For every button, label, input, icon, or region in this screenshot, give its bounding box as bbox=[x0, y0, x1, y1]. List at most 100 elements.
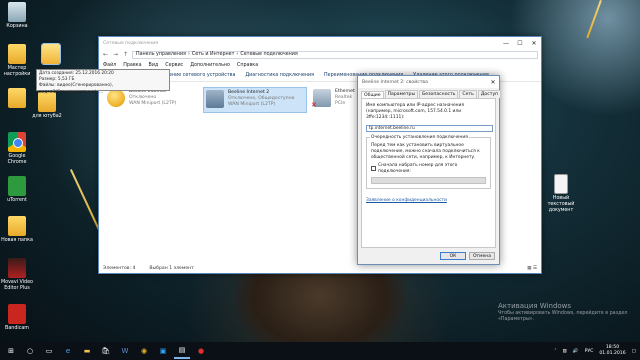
window-controls: — ☐ ✕ bbox=[499, 40, 541, 47]
desktop-icon-label: uTorrent bbox=[7, 198, 27, 203]
desktop-icon-label: Корзина bbox=[6, 24, 28, 29]
desktop-icon-new-folder[interactable]: Новая папка bbox=[0, 216, 34, 244]
taskbar: ⊞ ○ ▭ e ▬ 🛍 W ◉ ▣ ▤ ● ˄ ▥ 🔊 РУС 18:50 01… bbox=[0, 342, 640, 360]
minimize-button[interactable]: — bbox=[499, 40, 513, 47]
connection-device: WAN Miniport (L2TP) bbox=[228, 101, 276, 107]
menu-tools[interactable]: Сервис bbox=[165, 63, 183, 68]
window-title: Сетевые подключения bbox=[103, 40, 159, 46]
tab-options[interactable]: Параметры bbox=[384, 90, 419, 98]
recycle-bin-icon bbox=[8, 2, 26, 22]
bandicam-icon bbox=[8, 304, 26, 324]
desktop-icon-text-doc[interactable]: Новый текстовый документ bbox=[546, 174, 576, 214]
up-arrow-icon[interactable]: ↑ bbox=[122, 51, 129, 58]
host-label: Имя компьютера или IP-адрес назначения (… bbox=[366, 103, 465, 120]
watermark-title: Активация Windows bbox=[498, 302, 572, 310]
breadcrumb-network[interactable]: Сеть и Интернет bbox=[192, 52, 235, 57]
group-title: Очередность установления подключения bbox=[370, 134, 469, 141]
breadcrumb-separator: › bbox=[236, 52, 239, 57]
host-input[interactable]: tp.internet.beeline.ru bbox=[366, 124, 493, 132]
desktop-icon-recycle-bin[interactable]: Корзина bbox=[0, 2, 34, 30]
desktop-icon-label: Google Chrome bbox=[7, 154, 27, 165]
tab-sharing[interactable]: Доступ bbox=[477, 90, 502, 98]
search-icon[interactable]: ○ bbox=[22, 343, 38, 359]
connection-item-beeline-2[interactable]: Beeline Internet 2 Отключено, Общедоступ… bbox=[203, 87, 307, 113]
desktop-icon-master[interactable]: Мастер настройки bbox=[0, 44, 34, 78]
view-toggle-icons[interactable]: ▦ ☰ bbox=[527, 266, 537, 271]
window-titlebar[interactable]: Сетевые подключения — ☐ ✕ bbox=[99, 37, 541, 49]
folder-tooltip: Дата создания: 25.12.2016 20:20 Размер: … bbox=[36, 69, 170, 95]
desktop-icon-folder-selected[interactable] bbox=[34, 43, 68, 66]
cmd-diagnose[interactable]: Диагностика подключения bbox=[245, 73, 314, 78]
store-icon[interactable]: 🛍 bbox=[98, 343, 114, 359]
ethernet-icon bbox=[311, 89, 331, 110]
tab-security[interactable]: Безопасность bbox=[419, 90, 459, 98]
breadcrumb-connections[interactable]: Сетевые подключения bbox=[240, 52, 297, 57]
menu-view[interactable]: Вид bbox=[149, 63, 159, 68]
desktop-icon-chrome[interactable]: Google Chrome bbox=[0, 132, 34, 166]
folder-icon bbox=[8, 44, 26, 64]
folder-icon bbox=[8, 216, 26, 236]
dial-first-checkbox[interactable] bbox=[371, 166, 376, 172]
breadcrumb-control-panel[interactable]: Панель управления bbox=[136, 52, 186, 57]
notifications-icon[interactable]: ▢ bbox=[632, 349, 636, 354]
connection-device: WAN Miniport (L2TP) bbox=[129, 100, 177, 106]
desktop-icon-label: Мастер настройки bbox=[3, 66, 31, 77]
record-icon[interactable]: ● bbox=[193, 343, 209, 359]
clock[interactable]: 18:50 01.01.2016 bbox=[599, 345, 625, 357]
forward-arrow-icon[interactable]: → bbox=[112, 51, 119, 58]
dialog-titlebar[interactable]: Beeline Internet 2: свойства ✕ bbox=[358, 76, 499, 88]
desktop-icon-folder[interactable] bbox=[0, 88, 34, 110]
chevron-up-icon[interactable]: ˄ bbox=[554, 349, 556, 354]
status-selected: Выбран 1 элемент bbox=[149, 265, 194, 271]
close-button[interactable]: ✕ bbox=[527, 40, 541, 47]
connection-item-ethernet[interactable]: Ethernet Realtek PCIe bbox=[311, 87, 361, 113]
network-tray-icon[interactable]: ▥ bbox=[562, 349, 566, 354]
language-indicator[interactable]: РУС bbox=[585, 349, 594, 354]
dial-connection-select[interactable] bbox=[371, 176, 486, 184]
dialog-close-button[interactable]: ✕ bbox=[487, 79, 499, 86]
menu-edit[interactable]: Правка bbox=[123, 63, 141, 68]
dial-first-checkbox-row[interactable]: Сначала набрать номер для этого подключе… bbox=[371, 163, 486, 175]
properties-dialog: Beeline Internet 2: свойства ✕ Общие Пар… bbox=[357, 75, 502, 265]
menu-file[interactable]: Файл bbox=[103, 63, 116, 68]
desktop-icon-utorrent[interactable]: uTorrent bbox=[0, 176, 34, 204]
start-windows-icon[interactable]: ⊞ bbox=[3, 343, 19, 359]
watermark-subtitle: Чтобы активировать Windows, перейдите в … bbox=[498, 311, 628, 323]
utorrent-icon bbox=[8, 176, 26, 196]
desktop-icon-label: Bandicam bbox=[5, 326, 29, 331]
network-connections-taskbar-icon[interactable]: ▤ bbox=[174, 343, 190, 359]
clock-date: 01.01.2016 bbox=[599, 351, 626, 356]
activation-watermark: Активация Windows Чтобы активировать Win… bbox=[498, 302, 640, 324]
volume-icon[interactable]: 🔊 bbox=[573, 349, 579, 354]
menu-help[interactable]: Справка bbox=[237, 63, 258, 68]
back-arrow-icon[interactable]: ← bbox=[102, 51, 109, 58]
desktop-icon-label: Movavi Video Editor Plus bbox=[1, 280, 33, 291]
address-path[interactable]: Панель управления › Сеть и Интернет › Се… bbox=[132, 50, 538, 59]
chrome-taskbar-icon[interactable]: ◉ bbox=[136, 343, 152, 359]
desktop-icon-label: Новый текстовый документ bbox=[547, 196, 575, 213]
chrome-icon bbox=[8, 132, 26, 152]
maximize-button[interactable]: ☐ bbox=[513, 40, 527, 47]
tooltip-line: Файлы: видео(Сгенерированно), видео3(Сге… bbox=[39, 83, 114, 95]
menu-advanced[interactable]: Дополнительно bbox=[190, 63, 230, 68]
desktop-icon-bandicam[interactable]: Bandicam bbox=[0, 304, 34, 332]
desktop-icon-movavi[interactable]: Movavi Video Editor Plus bbox=[0, 258, 34, 292]
desktop-icon-label: для ютуба2 bbox=[32, 114, 62, 119]
file-explorer-icon[interactable]: ▬ bbox=[79, 343, 95, 359]
edge-icon[interactable]: e bbox=[60, 343, 76, 359]
group-description: Перед тем как установить виртуальное под… bbox=[371, 142, 480, 160]
ok-button[interactable]: ОК bbox=[440, 252, 466, 260]
address-bar-row: ← → ↑ Панель управления › Сеть и Интерне… bbox=[99, 49, 541, 60]
task-view-icon[interactable]: ▭ bbox=[41, 343, 57, 359]
breadcrumb-separator: › bbox=[188, 52, 190, 57]
privacy-statement-link[interactable]: Заявление о конфиденциальности bbox=[366, 198, 491, 204]
connection-order-group: Очередность установления подключения Пер… bbox=[366, 134, 491, 189]
photoshop-icon[interactable]: ▣ bbox=[155, 343, 171, 359]
general-tab-panel: Имя компьютера или IP-адрес назначения (… bbox=[361, 98, 496, 248]
checkbox-label: Сначала набрать номер для этого подключе… bbox=[378, 162, 458, 174]
desktop-icon-youtube2[interactable]: для ютуба2 bbox=[30, 92, 64, 120]
word-icon[interactable]: W bbox=[117, 343, 133, 359]
tab-network[interactable]: Сеть bbox=[459, 90, 477, 98]
cancel-button[interactable]: Отмена bbox=[469, 252, 495, 260]
dialog-buttons: ОК Отмена bbox=[440, 252, 495, 260]
